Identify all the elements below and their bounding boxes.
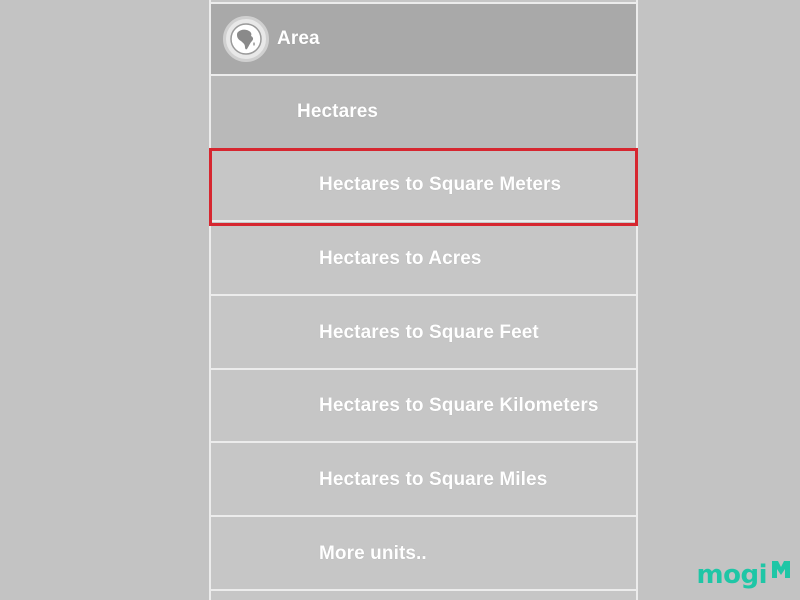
menu-item-label: Hectares to Square Feet — [319, 322, 539, 343]
menu-item-hectares-to-acres[interactable]: Hectares to Acres — [211, 224, 636, 296]
menu-subcategory-label: Hectares — [297, 101, 379, 122]
menu-item-hectares-to-square-meters[interactable]: Hectares to Square Meters — [211, 150, 636, 222]
watermark: mogi — [697, 558, 792, 590]
menu-item-label: More units.. — [319, 543, 427, 564]
menu-item-hectares-to-square-kilometers[interactable]: Hectares to Square Kilometers — [211, 371, 636, 443]
menu-item-label: Hectares to Square Meters — [319, 174, 562, 195]
menu-item-label: Hectares to Square Miles — [319, 469, 548, 490]
menu-header-label: Area — [277, 28, 320, 49]
menu-item-more-units[interactable]: More units.. — [211, 519, 636, 591]
menu-header-area[interactable]: Area — [211, 2, 636, 76]
menu-subcategory-hectares[interactable]: Hectares — [211, 76, 636, 150]
menu-item-label: Hectares to Acres — [319, 248, 482, 269]
menu-item-hectares-to-square-miles[interactable]: Hectares to Square Miles — [211, 445, 636, 517]
unit-category-menu: Area Hectares Hectares to Square Meters … — [209, 0, 638, 600]
watermark-text: mogi — [696, 560, 768, 590]
mogi-m-logo-icon — [772, 561, 790, 578]
menu-item-hectares-to-square-feet[interactable]: Hectares to Square Feet — [211, 298, 636, 370]
globe-africa-icon — [223, 16, 269, 62]
menu-item-label: Hectares to Square Kilometers — [319, 395, 599, 416]
